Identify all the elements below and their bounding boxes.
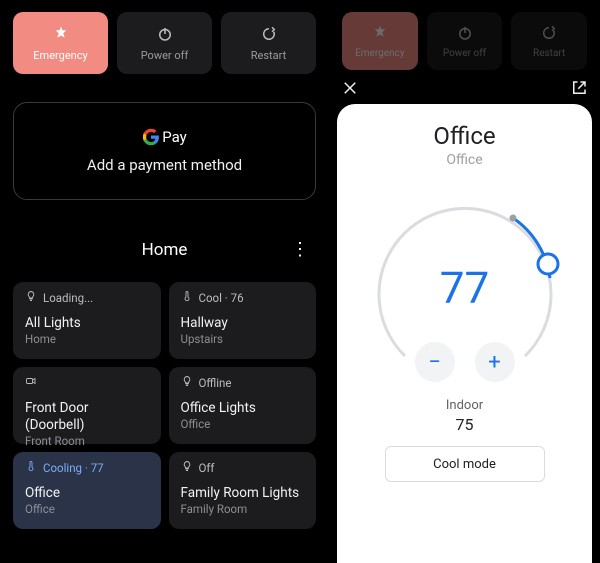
tile-sub: Office <box>181 417 305 433</box>
device-tile[interactable]: Off Family Room Lights Family Room <box>169 452 317 529</box>
left-screenshot: Emergency Power off Restart Pay Add a pa <box>0 0 329 563</box>
tile-title: Office Lights <box>181 400 305 417</box>
device-tile-active[interactable]: Cooling · 77 Office Office <box>13 452 161 529</box>
power-off-button: Power off <box>427 12 503 70</box>
tile-status: Cooling · 77 <box>43 461 104 475</box>
device-tile[interactable]: Loading... All Lights Home <box>13 282 161 359</box>
indoor-value: 75 <box>456 415 474 434</box>
emergency-button: Emergency <box>342 12 418 70</box>
restart-button: Restart <box>511 12 587 70</box>
right-screenshot: Emergency Power off Restart Office Offic… <box>329 0 600 563</box>
camera-icon <box>25 375 37 390</box>
mode-label: Cool mode <box>433 457 496 472</box>
indoor-label: Indoor <box>446 398 483 413</box>
home-header: Home ⋮ <box>20 236 309 264</box>
restart-label: Restart <box>251 49 286 62</box>
device-tile[interactable]: Offline Office Lights Office <box>169 367 317 444</box>
emergency-icon <box>371 24 389 42</box>
emergency-button[interactable]: Emergency <box>13 12 108 74</box>
tile-status: Off <box>199 461 215 475</box>
power-off-label: Power off <box>443 48 486 59</box>
gpay-brand-suffix: Pay <box>162 128 187 146</box>
emergency-label: Emergency <box>33 49 87 62</box>
device-tile[interactable]: Front Door (Doorbell) Front Room <box>13 367 161 444</box>
bulb-icon <box>25 290 37 305</box>
tile-title: Family Room Lights <box>181 485 305 502</box>
tile-sub: Office <box>25 502 149 518</box>
device-tile-grid: Loading... All Lights Home Cool · 76 Hal… <box>0 264 329 529</box>
emergency-label: Emergency <box>355 48 404 59</box>
thermostat-dial[interactable]: 77 − + <box>365 188 565 388</box>
pay-cta: Add a payment method <box>87 156 242 174</box>
tile-title: All Lights <box>25 315 149 332</box>
tile-sub: Upstairs <box>181 332 305 348</box>
tile-sub: Family Room <box>181 502 305 518</box>
tile-sub: Front Room <box>25 434 149 450</box>
sheet-topbar <box>329 78 600 102</box>
restart-label: Restart <box>533 48 565 59</box>
tile-status: Loading... <box>43 291 93 305</box>
power-row: Emergency Power off Restart <box>0 0 329 74</box>
tile-status: Cool · 76 <box>199 291 244 305</box>
tile-title: Hallway <box>181 315 305 332</box>
bulb-icon <box>181 460 193 475</box>
thermostat-stepper: − + <box>365 342 565 382</box>
open-external-icon[interactable] <box>570 79 588 101</box>
decrement-button[interactable]: − <box>415 342 455 382</box>
power-row-dimmed: Emergency Power off Restart <box>329 0 600 70</box>
home-more-button[interactable]: ⋮ <box>291 241 309 259</box>
emergency-icon <box>52 25 70 43</box>
thermostat-title: Office <box>433 122 495 150</box>
close-icon[interactable] <box>341 79 359 101</box>
tile-title: Office <box>25 485 149 502</box>
pay-card[interactable]: Pay Add a payment method <box>13 102 316 200</box>
thermostat-subtitle: Office <box>446 152 482 168</box>
restart-icon <box>260 25 278 43</box>
tile-title: Front Door (Doorbell) <box>25 400 149 434</box>
restart-button[interactable]: Restart <box>221 12 316 74</box>
device-tile[interactable]: Cool · 76 Hallway Upstairs <box>169 282 317 359</box>
power-icon <box>456 24 474 42</box>
google-g-icon <box>142 128 160 146</box>
power-icon <box>156 25 174 43</box>
power-off-label: Power off <box>141 49 189 62</box>
thermostat-sheet: Office Office 77 − + Indoor 75 Cool mode <box>337 104 592 563</box>
restart-icon <box>540 24 558 42</box>
tile-status: Offline <box>199 376 232 390</box>
thermometer-icon <box>181 290 193 305</box>
tile-sub: Home <box>25 332 149 348</box>
power-off-button[interactable]: Power off <box>117 12 212 74</box>
home-title: Home <box>142 240 188 260</box>
mode-button[interactable]: Cool mode <box>385 446 545 482</box>
bulb-icon <box>181 375 193 390</box>
gpay-logo: Pay <box>142 128 187 146</box>
thermometer-icon <box>25 460 37 475</box>
increment-button[interactable]: + <box>475 342 515 382</box>
